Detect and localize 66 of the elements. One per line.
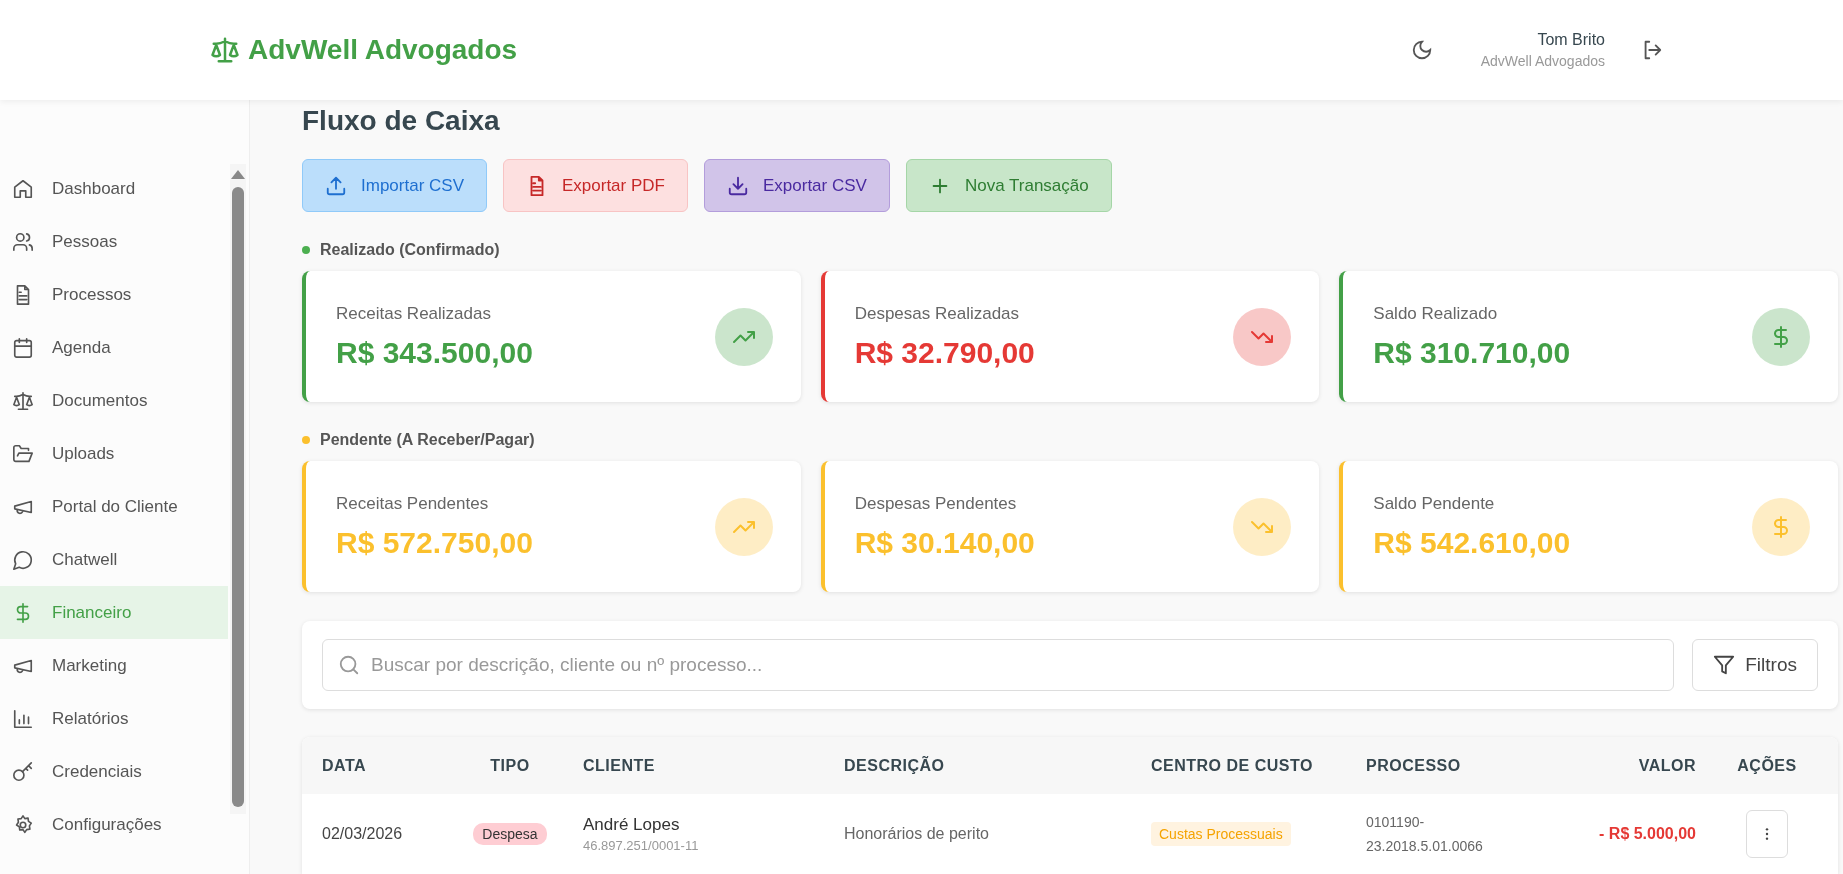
- sidebar-item[interactable]: Dashboard: [0, 162, 228, 215]
- column-header: DESCRIÇÃO: [844, 756, 946, 775]
- card-label: Despesas Pendentes: [854, 493, 1018, 514]
- type-tag: Despesa: [473, 823, 547, 845]
- user-organization: AdvWell Advogados: [1480, 53, 1605, 69]
- sidebar-item[interactable]: Agenda: [0, 321, 228, 374]
- cost-center-tag: Custas Processuais: [1151, 822, 1291, 846]
- action-button[interactable]: Exportar PDF: [503, 159, 688, 212]
- scale-icon: [210, 35, 240, 65]
- calendar-icon: [12, 336, 34, 359]
- column-header: TIPO: [490, 756, 530, 775]
- users-icon: [12, 230, 34, 253]
- home-icon: [12, 177, 34, 200]
- page-title: Fluxo de Caixa: [302, 104, 501, 138]
- process-number: 0101190-23.2018.5.01.0066: [1366, 813, 1484, 856]
- sidebar-item[interactable]: Pessoas: [0, 215, 228, 268]
- sidebar-item[interactable]: Documentos: [0, 374, 228, 427]
- card-label: Receitas Pendentes: [336, 493, 490, 514]
- card-label: Receitas Realizadas: [336, 303, 492, 324]
- filter-icon: [1713, 654, 1736, 676]
- download-icon: [726, 174, 749, 197]
- key-icon: [12, 760, 34, 783]
- column-header: PROCESSO: [1366, 756, 1462, 775]
- section-label: Realizado (Confirmado): [320, 241, 500, 259]
- column-header: VALOR: [1638, 756, 1696, 775]
- card-value: R$ 572.750,00: [336, 525, 533, 560]
- card-value: R$ 542.610,00: [1373, 525, 1571, 560]
- user-name: Tom Brito: [1537, 31, 1605, 49]
- scale-icon: [12, 389, 34, 412]
- sidebar-item[interactable]: Credenciais: [0, 745, 228, 798]
- column-header: AÇÕES: [1737, 756, 1797, 775]
- card-label: Saldo Pendente: [1373, 493, 1496, 514]
- card-value: R$ 32.790,00: [854, 335, 1035, 370]
- upload-icon: [325, 174, 347, 197]
- search-field[interactable]: Buscar por descrição, cliente ou nº processo...: [322, 639, 1675, 691]
- sidebar-item[interactable]: Uploads: [0, 427, 228, 480]
- table-cell-text: 02/03/2026: [322, 825, 404, 843]
- card-label: Despesas Realizadas: [854, 303, 1021, 324]
- sidebar-item[interactable]: Processos: [0, 268, 228, 321]
- action-button[interactable]: Exportar CSV: [703, 159, 890, 212]
- card-label: Saldo Realizado: [1373, 303, 1499, 324]
- action-button[interactable]: Importar CSV: [302, 159, 487, 212]
- column-header: CLIENTE: [582, 756, 656, 775]
- brand-name: AdvWell Advogados: [248, 34, 518, 66]
- sidebar-item[interactable]: Marketing: [0, 639, 228, 692]
- column-header: DATA: [322, 756, 368, 775]
- action-button[interactable]: Nova Transação: [905, 159, 1112, 212]
- scrollbar[interactable]: [230, 164, 246, 814]
- client-document: 46.897.251/0001-11: [583, 838, 700, 853]
- table-cell-text: Honorários de perito: [844, 825, 990, 843]
- sidebar-item[interactable]: Relatórios: [0, 692, 228, 745]
- section-label: Pendente (A Receber/Pagar): [320, 431, 535, 449]
- bar-chart-icon: [12, 707, 34, 730]
- moon-icon[interactable]: [1410, 39, 1433, 61]
- column-header: CENTRO DE CUSTO: [1151, 756, 1314, 775]
- sidebar-item[interactable]: Configurações: [0, 798, 228, 851]
- card-value: R$ 30.140,00: [854, 525, 1035, 560]
- sidebar-item[interactable]: Chatwell: [0, 533, 228, 586]
- folder-icon: [12, 442, 34, 465]
- card-value: R$ 343.500,00: [336, 335, 533, 370]
- chat-bubble-icon: [12, 548, 34, 571]
- sidebar-item[interactable]: Portal do Cliente: [0, 480, 228, 533]
- amount: - R$ 5.000,00: [1599, 825, 1696, 843]
- client-name: André Lopes: [583, 815, 681, 835]
- card-value: R$ 310.710,00: [1373, 335, 1571, 370]
- filter-button[interactable]: Filtros: [1692, 639, 1818, 691]
